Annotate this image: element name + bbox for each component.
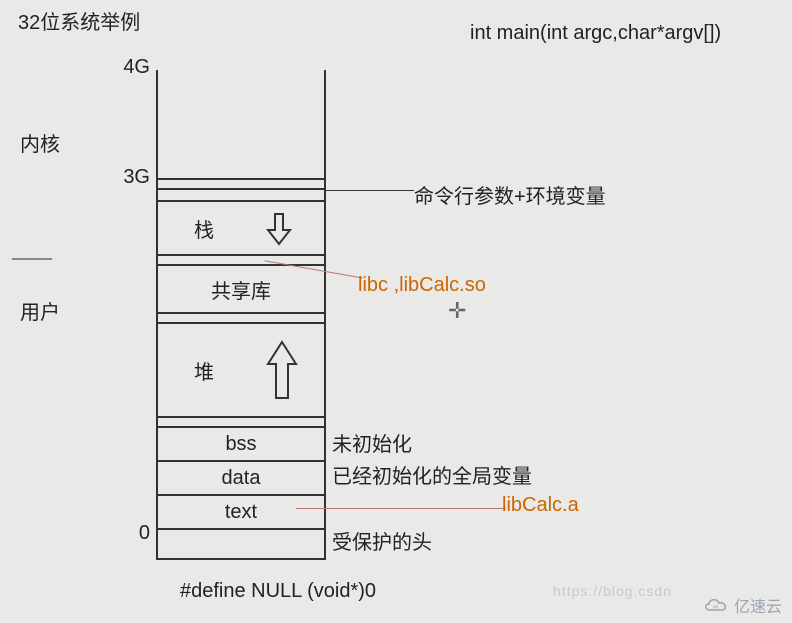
label-kernel: 内核 [20,128,60,157]
label-user: 用户 [20,296,60,325]
cloud-icon: ∞ [702,596,730,614]
watermark-brand: ∞ 亿速云 [702,593,782,617]
segment-args-thin [156,180,326,190]
segment-protected [156,530,326,560]
annot-data: 已经初始化的全局变量 [332,460,532,489]
gap-thin-2 [156,314,326,324]
annot-args-env: 命令行参数+环境变量 [414,180,606,209]
segment-heap: 堆 [156,324,326,418]
diagram-title: 32位系统举例 [18,6,140,35]
segment-kernel [156,70,326,180]
segment-stack-label: 栈 [194,214,214,243]
segment-text-label: text [225,501,257,524]
gap-thin-3 [156,418,326,428]
tick-0: 0 [139,522,150,545]
tick-4g: 4G [123,56,150,79]
svg-text:∞: ∞ [713,604,718,611]
watermark-blog: https://blog.csdn [553,583,672,599]
stack-down-arrow-icon [264,212,294,246]
segment-bss-label: bss [225,433,256,456]
divider-dash [12,258,52,260]
memory-column: 4G 3G 0 栈 共享库 堆 bss data text [156,70,326,560]
annot-libc: libc ,libCalc.so [358,274,486,297]
define-null: #define NULL (void*)0 [180,580,376,603]
segment-bss: bss [156,428,326,462]
crosshair-icon: ✛ [448,298,466,324]
tick-3g: 3G [123,166,150,189]
segment-data: data [156,462,326,496]
connector-args [326,190,414,191]
segment-args [156,190,326,202]
segment-stack: 栈 [156,202,326,256]
annot-bss: 未初始化 [332,428,412,457]
gap-thin-1 [156,256,326,266]
segment-text: text [156,496,326,530]
connector-text [296,508,506,509]
main-signature: int main(int argc,char*argv[]) [470,22,721,45]
segment-heap-label: 堆 [194,356,214,385]
segment-data-label: data [222,467,261,490]
heap-up-arrow-icon [262,338,302,404]
annot-text-lib: libCalc.a [502,494,579,517]
annot-protected: 受保护的头 [332,526,432,555]
watermark-brand-text: 亿速云 [734,593,782,617]
